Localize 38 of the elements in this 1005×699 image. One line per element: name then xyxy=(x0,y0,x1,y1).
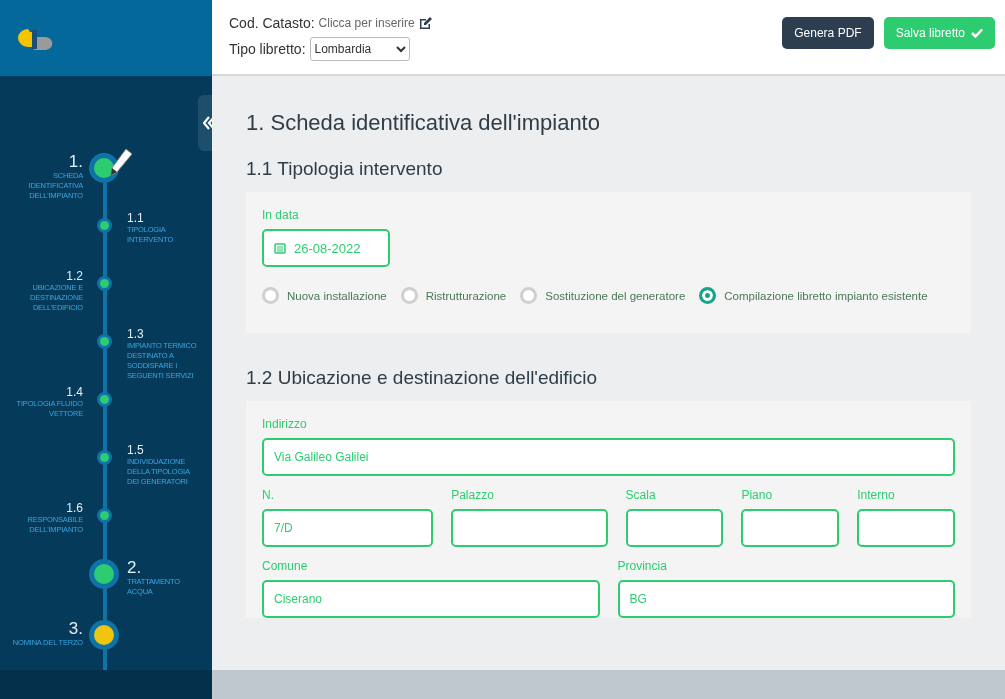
booklet-type-select[interactable]: Lombardia xyxy=(309,37,410,61)
field-label: Scala xyxy=(625,488,657,502)
step-number: 2. xyxy=(127,559,142,577)
input-field[interactable] xyxy=(451,509,608,547)
calendar-icon xyxy=(274,242,286,254)
step-number: 1.5 xyxy=(127,443,144,457)
double-chevron-icon xyxy=(203,116,212,130)
section-title: 1.1 Tipologia intervento xyxy=(246,158,444,180)
radio-option[interactable]: Nuova installazione xyxy=(262,287,387,304)
step-number: 1.4 xyxy=(66,385,83,399)
field-label: N. xyxy=(262,488,275,502)
step-number: 1.3 xyxy=(127,327,144,341)
field-label: Provincia xyxy=(617,559,668,573)
section-title: 1.2 Ubicazione e destinazione dell'edificio xyxy=(246,367,599,389)
field-label: Comune xyxy=(262,559,309,573)
check-icon xyxy=(971,28,983,38)
cadastral-code-label: Cod. Catasto: xyxy=(229,15,315,31)
step-number: 1.6 xyxy=(66,501,83,515)
radio-option[interactable]: Compilazione libretto impianto esistente xyxy=(699,287,928,304)
field-label: Palazzo xyxy=(451,488,495,502)
field-label: Interno xyxy=(857,488,896,502)
booklet-type-label: Tipo libretto: xyxy=(229,41,306,57)
input-field[interactable] xyxy=(857,509,955,547)
step-number: 1.1 xyxy=(127,211,144,225)
field-label: Piano xyxy=(741,488,774,502)
radio-option[interactable]: Sostituzione del generatore xyxy=(520,287,686,304)
pdf-button[interactable]: Genera PDF xyxy=(782,17,874,49)
cadastral-code-placeholder[interactable]: Clicca per inserire xyxy=(318,16,415,30)
input-field[interactable] xyxy=(625,509,724,547)
step-number: 1. xyxy=(68,153,83,171)
field-label: Indirizzo xyxy=(262,417,308,431)
edit-icon[interactable] xyxy=(418,16,433,30)
field-label: In data xyxy=(262,208,300,222)
step-number: 3. xyxy=(68,620,83,638)
radio-option[interactable]: Ristrutturazione xyxy=(400,287,507,304)
page-title: 1. Scheda identificativa dell'impianto xyxy=(246,110,601,136)
input-field[interactable] xyxy=(741,509,840,547)
step-number: 1.2 xyxy=(66,269,83,283)
